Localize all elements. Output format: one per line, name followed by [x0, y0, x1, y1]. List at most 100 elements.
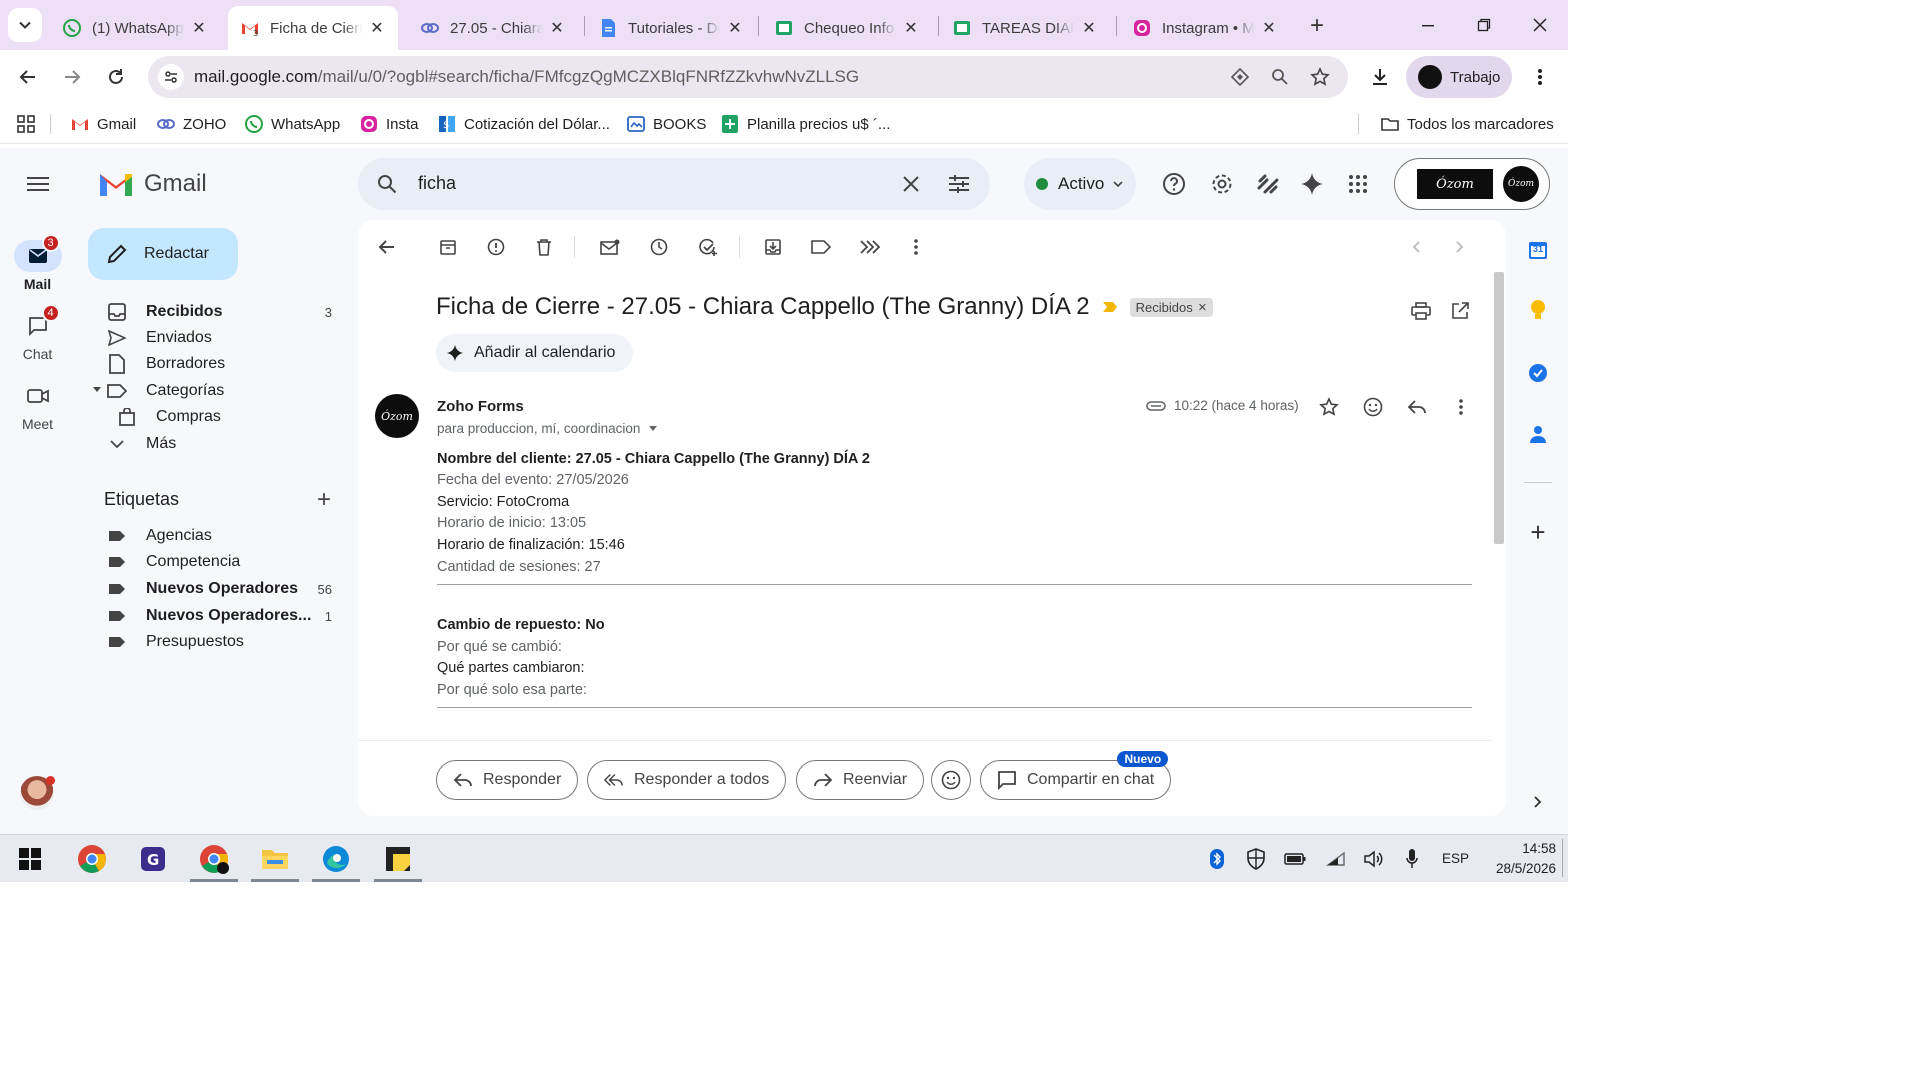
bluetooth-icon[interactable]	[1206, 847, 1228, 871]
profile-button[interactable]: Trabajo	[1406, 56, 1512, 98]
downloads-button[interactable]	[1366, 63, 1394, 91]
minimize-button[interactable]	[1408, 10, 1448, 40]
open-new-window-icon[interactable]	[1447, 298, 1473, 324]
close-icon[interactable]: ✕	[190, 19, 208, 37]
help-icon[interactable]	[1160, 170, 1188, 198]
browser-menu-button[interactable]	[1528, 63, 1552, 91]
rail-meet[interactable]: Meet	[0, 380, 75, 432]
settings-icon[interactable]	[1208, 170, 1236, 198]
security-icon[interactable]	[1244, 847, 1268, 871]
address-bar[interactable]: mail.google.com/mail/u/0/?ogbl#search/fi…	[148, 56, 1348, 98]
nav-sent[interactable]: Enviados	[106, 325, 346, 351]
wifi-icon[interactable]	[1324, 847, 1348, 871]
add-to-calendar-button[interactable]: Añadir al calendario	[436, 334, 634, 372]
scrollbar-thumb[interactable]	[1494, 272, 1504, 544]
tasks-icon[interactable]	[1524, 359, 1552, 387]
nav-inbox[interactable]: Recibidos 3	[106, 299, 346, 325]
google-apps-icon[interactable]	[1344, 170, 1372, 198]
bookmark-gmail[interactable]: Gmail	[70, 112, 136, 136]
emoji-button[interactable]	[931, 760, 971, 800]
bookmark-star-icon[interactable]	[1308, 65, 1332, 89]
compose-button[interactable]: Redactar	[88, 228, 238, 280]
start-button[interactable]	[10, 841, 50, 877]
caret-down-icon[interactable]	[92, 386, 102, 394]
label-item[interactable]: Nuevos Operadores... 1	[106, 603, 346, 629]
label-item[interactable]: Competencia	[106, 549, 346, 575]
back-button[interactable]	[14, 63, 42, 91]
taskbar-file-explorer[interactable]	[251, 841, 299, 882]
more-vert-icon[interactable]	[903, 234, 929, 260]
bookmark-insta[interactable]: Insta	[359, 112, 419, 136]
taskbar-app-g[interactable]: G	[133, 841, 173, 877]
nav-drafts[interactable]: Borradores	[106, 351, 346, 377]
label-item[interactable]: Nuevos Operadores 56	[106, 576, 346, 602]
bookmark-books[interactable]: BOOKS	[626, 112, 706, 136]
contacts-icon[interactable]	[1524, 420, 1552, 448]
reply-button[interactable]: Responder	[436, 760, 579, 800]
close-icon[interactable]: ✕	[726, 19, 744, 37]
translate-icon[interactable]	[1228, 65, 1252, 89]
older-icon[interactable]	[1447, 234, 1473, 260]
volume-icon[interactable]	[1362, 847, 1386, 871]
star-icon[interactable]	[1316, 394, 1342, 420]
clock[interactable]: 14:58 28/5/2026	[1484, 839, 1556, 879]
newer-icon[interactable]	[1403, 234, 1429, 260]
nav-categories[interactable]: Categorías	[93, 378, 346, 404]
clear-search-icon[interactable]	[898, 171, 924, 197]
recipients[interactable]: para produccion, mí, coordinacion	[437, 421, 658, 436]
keep-icon[interactable]	[1524, 296, 1552, 324]
tab-search-button[interactable]	[8, 8, 42, 42]
message-more-icon[interactable]	[1448, 394, 1474, 420]
archive-icon[interactable]	[435, 234, 461, 260]
close-icon[interactable]: ✕	[1260, 19, 1278, 37]
tab-chequeo-info[interactable]: Chequeo Info ✕	[762, 6, 932, 50]
tab-chiara[interactable]: 27.05 - Chiara ✕	[408, 6, 578, 50]
label-item[interactable]: Presupuestos	[106, 629, 346, 655]
bookmark-zoho[interactable]: ZOHO	[156, 112, 226, 136]
sender-name[interactable]: Zoho Forms	[437, 398, 524, 415]
new-tab-button[interactable]: +	[1302, 12, 1332, 40]
reload-button[interactable]	[102, 63, 130, 91]
zoom-icon[interactable]	[1268, 65, 1292, 89]
calendar-icon[interactable]: 31	[1524, 236, 1552, 264]
sender-avatar[interactable]: Ózom	[375, 394, 419, 438]
bookmark-planilla[interactable]: Planilla precios u$ ´...	[720, 112, 890, 136]
restore-button[interactable]	[1464, 10, 1504, 40]
search-icon[interactable]	[374, 171, 400, 197]
input-language[interactable]: ESP	[1442, 851, 1469, 866]
tab-ficha-de-cierre[interactable]: 3 Ficha de Cierre ✕	[228, 6, 398, 50]
search-options-icon[interactable]	[946, 171, 972, 197]
forward-button[interactable]: Reenviar	[796, 760, 925, 800]
filter-icon[interactable]	[857, 234, 883, 260]
gmail-logo[interactable]: Gmail	[98, 168, 207, 200]
label-as-icon[interactable]	[808, 234, 834, 260]
mark-unread-icon[interactable]	[597, 234, 623, 260]
taskbar-chrome-profile[interactable]	[190, 841, 238, 882]
gemini-icon[interactable]	[1298, 170, 1326, 198]
search-input[interactable]: ficha	[418, 173, 456, 194]
rail-mail[interactable]: 3 Mail	[0, 234, 75, 292]
close-window-button[interactable]	[1520, 10, 1560, 40]
label-item[interactable]: Agencias	[106, 523, 346, 549]
tab-whatsapp[interactable]: (1) WhatsApp ✕	[50, 6, 220, 50]
close-icon[interactable]: ✕	[368, 19, 386, 37]
apps-script-icon[interactable]	[1254, 170, 1282, 198]
nav-more[interactable]: Más	[106, 431, 346, 457]
forward-button[interactable]	[58, 63, 86, 91]
close-icon[interactable]: ✕	[548, 19, 566, 37]
importance-marker-icon[interactable]	[1102, 301, 1118, 313]
bookmark-whatsapp[interactable]: WhatsApp	[244, 112, 340, 136]
account-switcher[interactable]: Ózom Ózom	[1394, 158, 1550, 210]
bookmark-dolar[interactable]: $ Cotización del Dólar...	[437, 112, 610, 136]
add-task-icon[interactable]	[695, 234, 721, 260]
main-menu-button[interactable]	[22, 170, 54, 198]
show-side-panel-icon[interactable]	[1524, 788, 1552, 816]
snooze-icon[interactable]	[646, 234, 672, 260]
apps-grid-icon[interactable]	[14, 112, 38, 136]
move-to-icon[interactable]	[760, 234, 786, 260]
remove-label-icon[interactable]: ✕	[1198, 301, 1207, 314]
back-to-list-icon[interactable]	[374, 234, 400, 260]
microphone-icon[interactable]	[1401, 847, 1423, 871]
taskbar-sticky-notes[interactable]	[374, 841, 422, 882]
tab-tutoriales[interactable]: Tutoriales - Docs ✕	[586, 6, 756, 50]
